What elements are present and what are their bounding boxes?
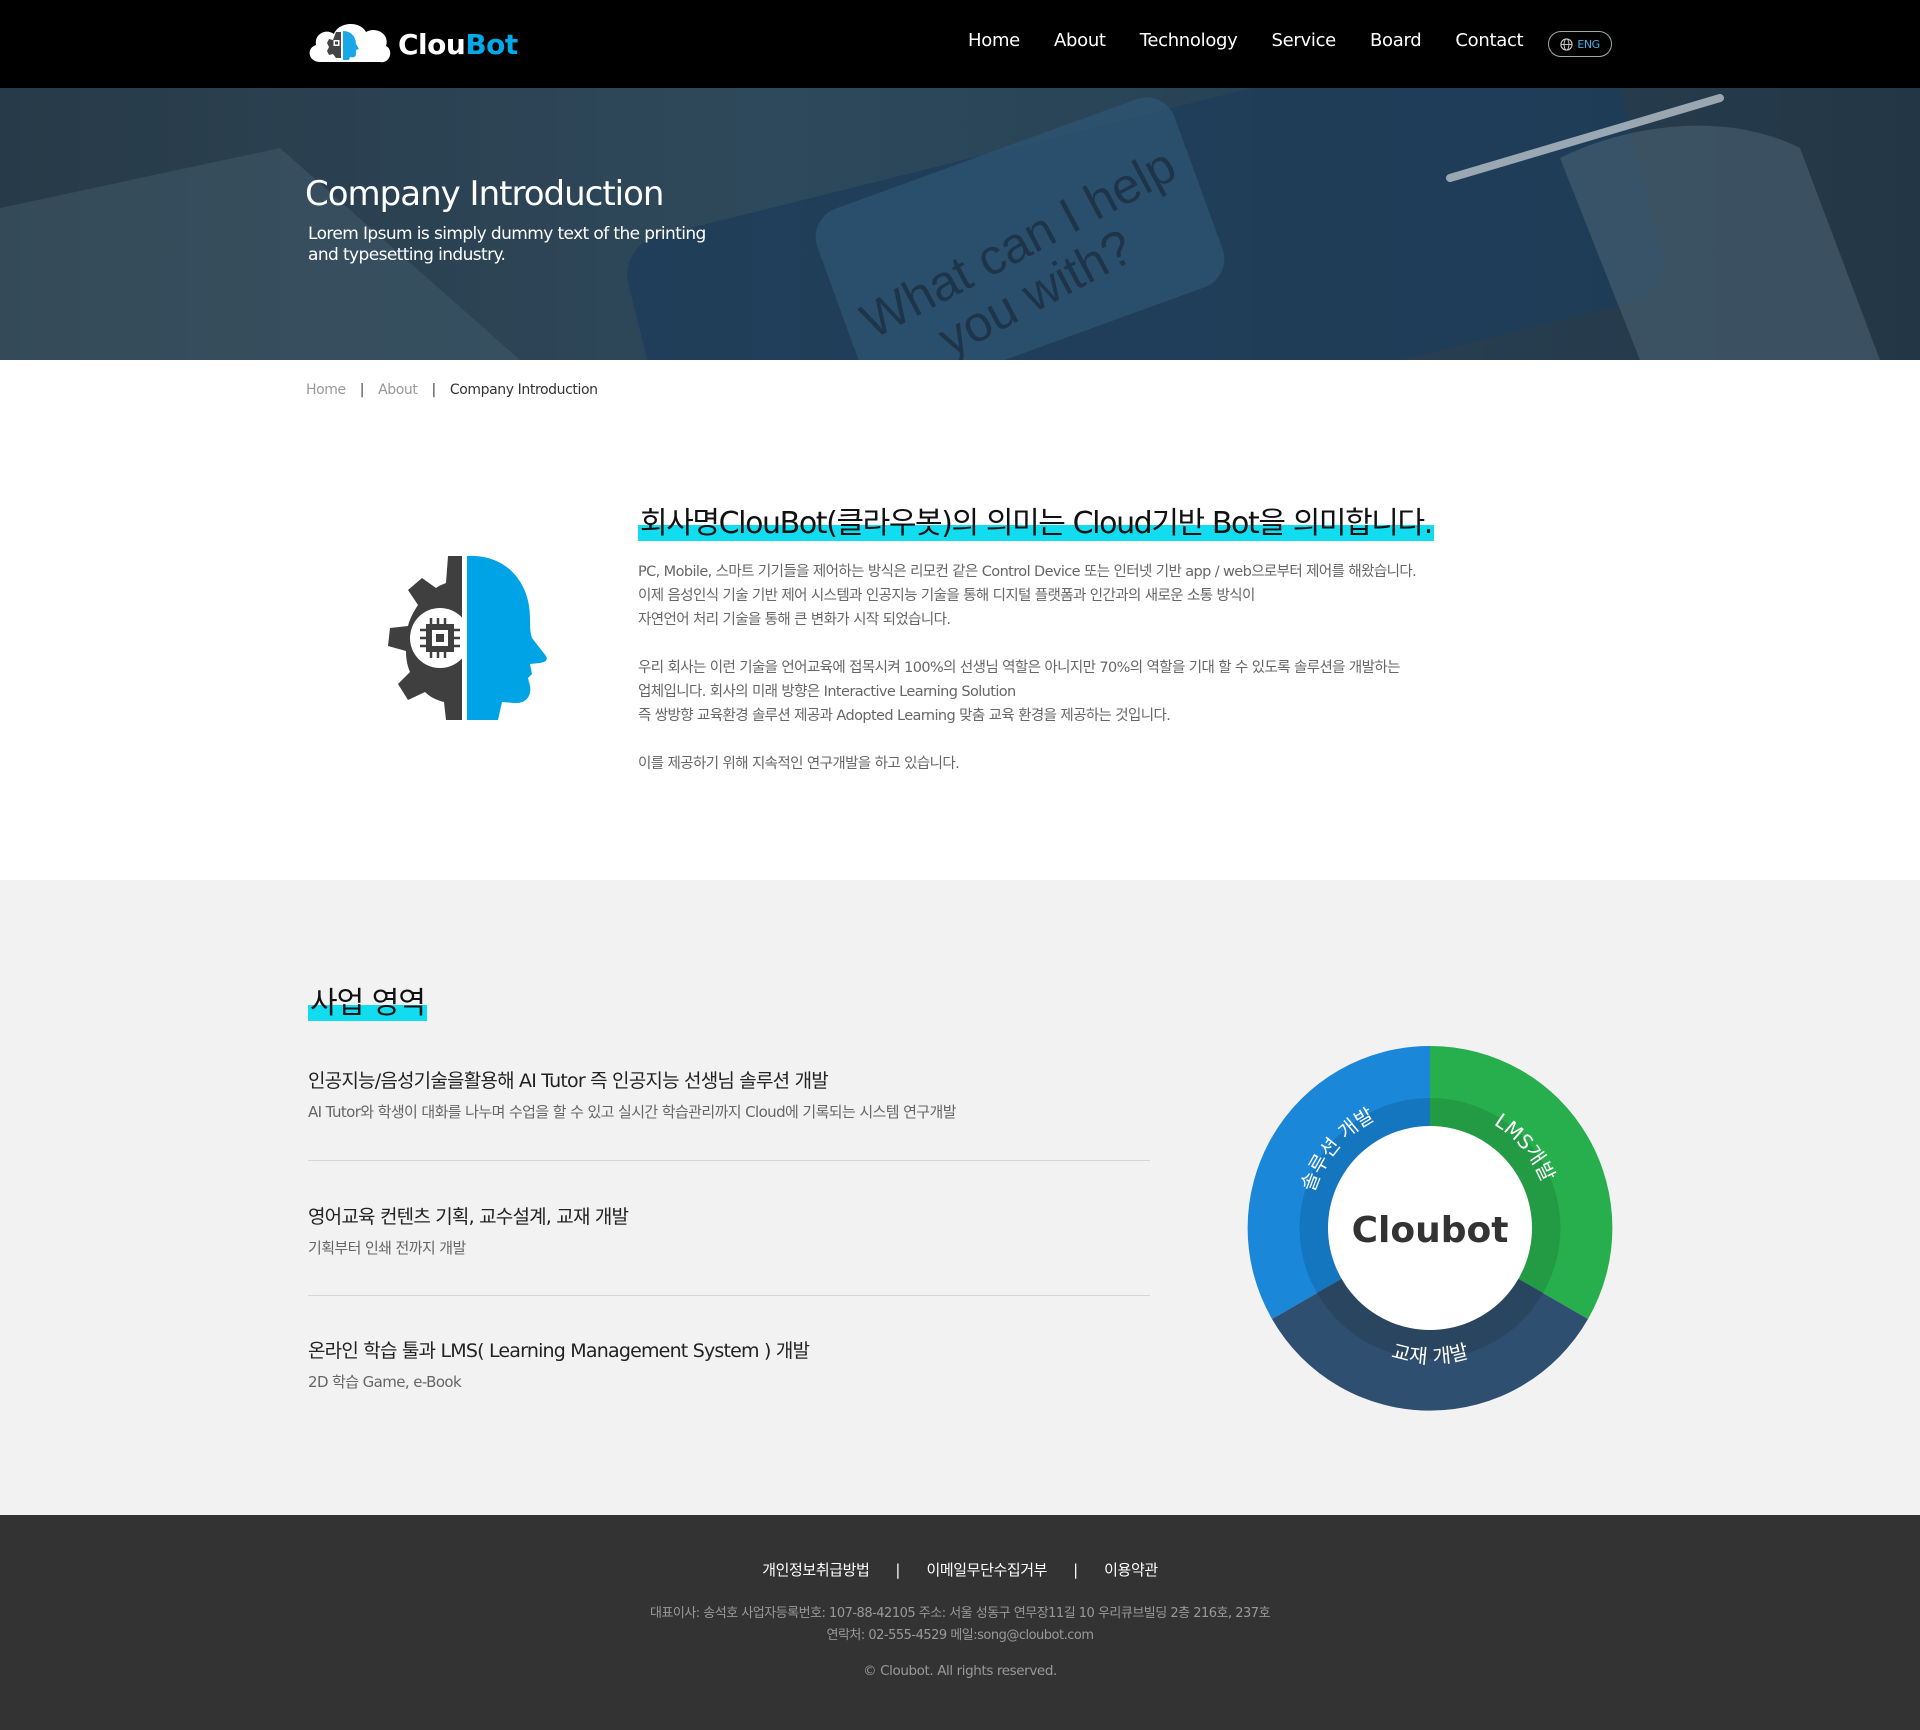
donut-center-label: Cloubot (1352, 1210, 1509, 1251)
business-donut-diagram: Cloubot 솔루션 개발 LMS개발 교재 개발 (1247, 1045, 1613, 1411)
copyright: © Cloubot. All rights reserved. (863, 1663, 1057, 1679)
company-info-line-1: 대표이사: 송석호 사업자등록번호: 107-88-42105 주소: 서울 성… (649, 1606, 1271, 1621)
intro-paragraph: 우리 회사는 이런 기술을 언어교육에 접목시켜 100%의 선생님 역할은 아… (638, 660, 1401, 724)
divider (308, 1160, 1150, 1161)
business-item-title: 온라인 학습 툴과 LMS( Learning Management Syste… (308, 1340, 810, 1362)
business-area-title: 사업 영역 (308, 986, 427, 1021)
footer-links: 개인정보취급방법 | 이메일무단수집거부 | 이용약관 (0, 1559, 1920, 1580)
breadcrumb-current: Company Introduction (449, 382, 598, 398)
hero-banner: What can I help you with? Company Introd… (0, 88, 1920, 360)
intro-body: PC, Mobile, 스마트 기기들을 제어하는 방식은 리모컨 같은 Con… (638, 560, 1518, 800)
logo-wordmark: ClouBot (398, 27, 518, 61)
ai-head-gear-icon (388, 555, 547, 720)
company-info-line-2: 연락처: 02-555-4529 메일:song@cloubot.com (826, 1628, 1094, 1643)
globe-icon (1560, 37, 1574, 51)
nav-about[interactable]: About (1054, 30, 1106, 51)
business-item-title: 영어교육 컨텐츠 기획, 교수설계, 교재 개발 (308, 1206, 629, 1228)
language-toggle-button[interactable]: ENG (1548, 31, 1612, 57)
breadcrumb: Home | About | Company Introduction (306, 382, 598, 398)
nav-service[interactable]: Service (1272, 30, 1337, 51)
footer-link-privacy[interactable]: 개인정보취급방법 (762, 1559, 870, 1580)
breadcrumb-home[interactable]: Home (306, 382, 346, 398)
nav-home[interactable]: Home (968, 30, 1020, 51)
business-item: 온라인 학습 툴과 LMS( Learning Management Syste… (308, 1336, 1150, 1392)
cloud-robot-logo-icon (309, 23, 391, 63)
divider (308, 1295, 1150, 1296)
business-item: 인공지능/음성기술을활용해 AI Tutor 즉 인공지능 선생님 솔루션 개발… (308, 1066, 1150, 1122)
page-subtitle: Lorem Ipsum is simply dummy text of the … (308, 224, 728, 266)
nav-board[interactable]: Board (1370, 30, 1422, 51)
business-item-desc: AI Tutor와 학생이 대화를 나누며 수업을 할 수 있고 실시간 학습관… (308, 1103, 957, 1121)
intro-paragraph: PC, Mobile, 스마트 기기들을 제어하는 방식은 리모컨 같은 Con… (638, 564, 1417, 628)
page-subtitle-line-1: Lorem Ipsum is simply dummy text of the … (308, 224, 706, 244)
business-item-desc: 2D 학습 Game, e-Book (308, 1373, 462, 1391)
page-subtitle-line-2: and typesetting industry. (308, 245, 506, 265)
hero-background-image: What can I help you with? (0, 88, 1920, 360)
business-item-title: 인공지능/음성기술을활용해 AI Tutor 즉 인공지능 선생님 솔루션 개발 (308, 1070, 829, 1092)
intro-paragraph: 이를 제공하기 위해 지속적인 연구개발을 하고 있습니다. (638, 756, 960, 772)
footer-link-terms[interactable]: 이용약관 (1104, 1559, 1158, 1580)
breadcrumb-about[interactable]: About (378, 382, 418, 398)
nav-technology[interactable]: Technology (1140, 30, 1238, 51)
business-area-section: 사업 영역 인공지능/음성기술을활용해 AI Tutor 즉 인공지능 선생님 … (0, 880, 1920, 1515)
business-item: 영어교육 컨텐츠 기획, 교수설계, 교재 개발 기획부터 인쇄 전까지 개발 (308, 1202, 1150, 1258)
footer-link-email-refusal[interactable]: 이메일무단수집거부 (926, 1559, 1047, 1580)
business-item-desc: 기획부터 인쇄 전까지 개발 (308, 1239, 466, 1257)
breadcrumb-separator: | (431, 382, 436, 398)
site-footer: 개인정보취급방법 | 이메일무단수집거부 | 이용약관 대표이사: 송석호 사업… (0, 1515, 1920, 1730)
footer-separator: | (895, 1560, 901, 1579)
page-title: Company Introduction (305, 174, 664, 214)
intro-heading: 회사명ClouBot(클라우봇)의 의미는 Cloud기반 Bot을 의미합니다… (638, 506, 1434, 541)
cloubot-logo[interactable]: ClouBot (306, 16, 521, 72)
main-nav: Home About Technology Service Board Cont… (968, 30, 1557, 51)
nav-contact[interactable]: Contact (1455, 30, 1523, 51)
footer-separator: | (1073, 1560, 1079, 1579)
language-label: ENG (1577, 37, 1600, 51)
breadcrumb-separator: | (359, 382, 365, 398)
top-header: ClouBot Home About Technology Service Bo… (0, 0, 1920, 88)
company-info: 대표이사: 송석호 사업자등록번호: 107-88-42105 주소: 서울 성… (0, 1603, 1920, 1647)
